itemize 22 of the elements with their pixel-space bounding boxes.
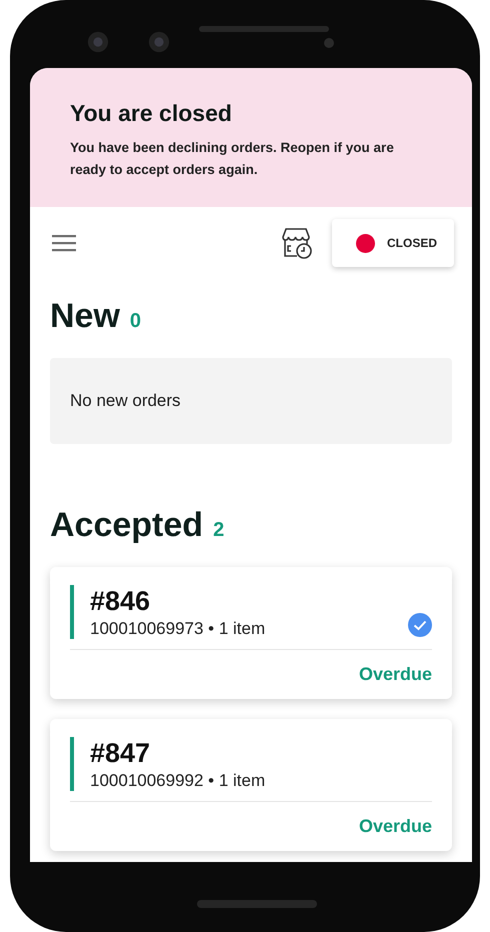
- camera-icon: [87, 31, 109, 53]
- banner-title: You are closed: [70, 100, 233, 127]
- empty-message: No new orders: [50, 358, 452, 444]
- store-status-button[interactable]: CLOSED: [332, 219, 454, 267]
- banner-message: You have been declining orders. Reopen if you are ready to accept orders again.: [70, 139, 395, 179]
- accent-bar: [70, 737, 74, 791]
- menu-icon[interactable]: [52, 234, 76, 252]
- order-card[interactable]: #846 100010069973 • 1 item Overdue: [50, 567, 452, 699]
- order-number: #846: [90, 585, 152, 617]
- section-count: 0: [130, 310, 142, 333]
- accent-bar: [70, 585, 74, 639]
- section-title: Accepted: [50, 506, 204, 545]
- order-details: 100010069992 • 1 item: [90, 771, 266, 791]
- order-number: #847: [90, 737, 152, 769]
- camera-icon: [148, 31, 170, 53]
- order-card[interactable]: #847 100010069992 • 1 item Overdue: [50, 719, 452, 851]
- order-details: 100010069973 • 1 item: [90, 619, 266, 639]
- section-count: 2: [213, 519, 224, 542]
- sensor-icon: [324, 38, 334, 48]
- order-status: Overdue: [358, 664, 432, 685]
- section-title: New: [50, 297, 120, 336]
- order-status: Overdue: [358, 816, 432, 837]
